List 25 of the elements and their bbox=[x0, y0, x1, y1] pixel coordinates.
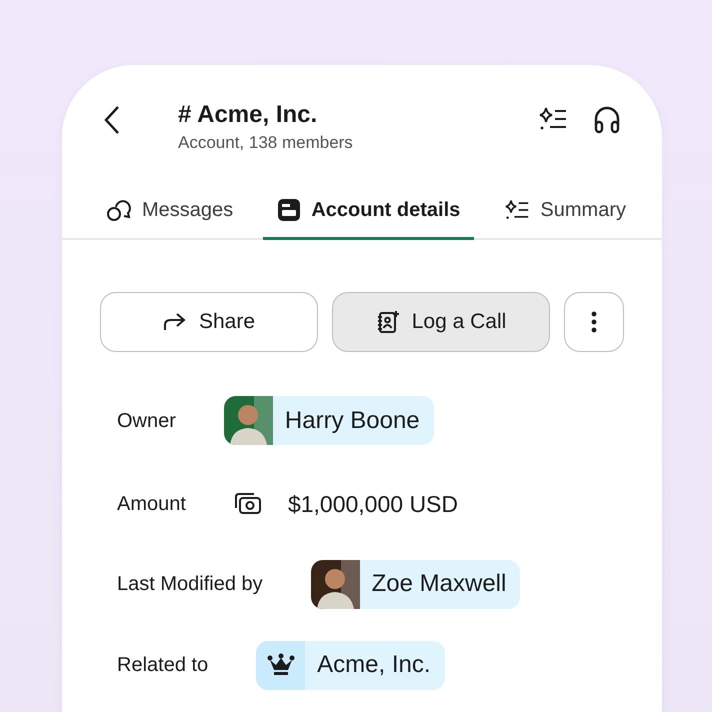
amount-value: $1,000,000 USD bbox=[288, 490, 458, 519]
share-icon bbox=[162, 312, 187, 332]
person-chip[interactable]: Harry Boone bbox=[224, 396, 434, 445]
messages-icon bbox=[106, 198, 132, 222]
record-chip[interactable]: Acme, Inc. bbox=[256, 640, 445, 690]
tab[interactable]: Messages bbox=[92, 195, 248, 240]
person-chip[interactable]: Zoe Maxwell bbox=[310, 560, 520, 608]
money-icon bbox=[234, 492, 262, 516]
channel-title: # Acme, Inc. bbox=[178, 101, 318, 130]
tab[interactable]: Account details bbox=[263, 195, 474, 240]
crown-icon bbox=[266, 653, 295, 677]
notebook-icon bbox=[376, 310, 400, 334]
summary-icon bbox=[504, 198, 530, 222]
tab[interactable]: Summary bbox=[490, 195, 640, 240]
back-button[interactable] bbox=[102, 105, 122, 135]
share-button[interactable]: Share bbox=[100, 292, 318, 352]
more-icon bbox=[591, 311, 597, 333]
headphones-icon[interactable] bbox=[592, 105, 622, 135]
channel-subtitle: Account, 138 members bbox=[178, 132, 354, 154]
field-label: Amount bbox=[117, 492, 186, 518]
field-label: Last Modified by bbox=[117, 572, 263, 597]
card-icon bbox=[277, 198, 302, 222]
field-label: Owner bbox=[117, 408, 176, 434]
log-call-button[interactable]: Log a Call bbox=[332, 292, 550, 352]
field-label: Related to bbox=[117, 653, 208, 678]
